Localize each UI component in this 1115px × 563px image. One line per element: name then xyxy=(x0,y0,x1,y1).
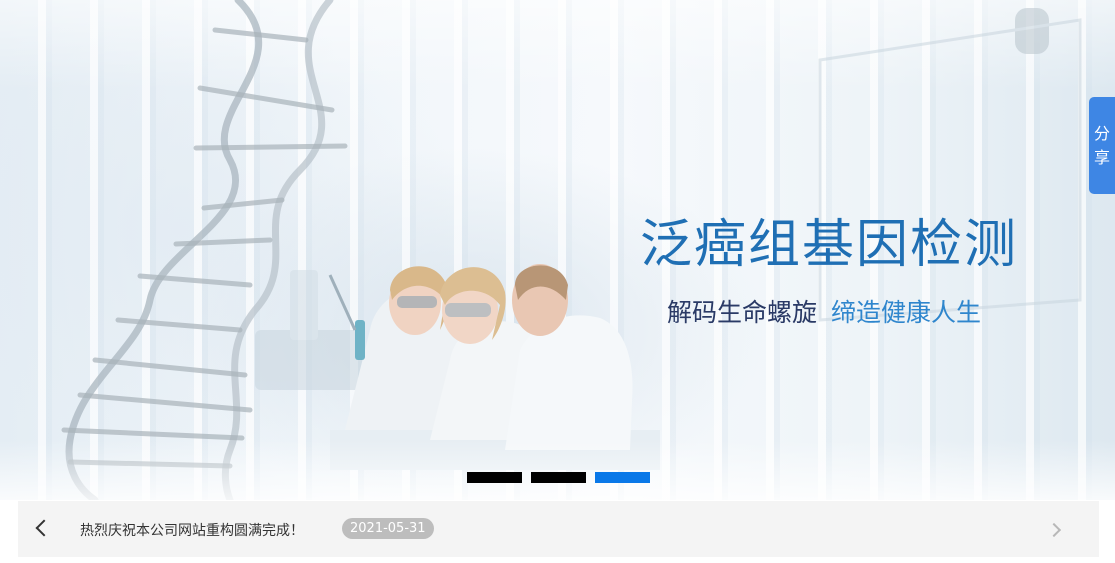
scientists-image xyxy=(328,264,660,470)
slide-indicator-2[interactable] xyxy=(531,472,586,483)
share-label-1: 分 xyxy=(1093,123,1110,143)
share-button[interactable]: 分 享 xyxy=(1089,97,1115,194)
share-label-2: 享 xyxy=(1093,147,1110,167)
chevron-left-icon[interactable] xyxy=(35,519,53,537)
dna-helix-image xyxy=(61,0,348,500)
news-title-link[interactable]: 热烈庆祝本公司网站重构圆满完成！ xyxy=(80,520,304,540)
banner-tagline: 解码生命螺旋 缔造健康人生 xyxy=(667,293,981,329)
tagline-part-2: 缔造健康人生 xyxy=(831,298,982,327)
chevron-right-icon[interactable] xyxy=(1046,522,1062,538)
slide-indicators xyxy=(467,472,650,483)
slide-indicator-1[interactable] xyxy=(467,472,522,483)
news-ticker: 热烈庆祝本公司网站重构圆满完成！ 2021-05-31 xyxy=(18,501,1099,557)
news-date-badge: 2021-05-31 xyxy=(342,518,434,539)
tagline-part-1: 解码生命螺旋 xyxy=(667,298,818,327)
banner-headline: 泛癌组基因检测 xyxy=(640,215,1019,275)
slide-indicator-3[interactable] xyxy=(595,472,650,483)
hero-banner: 泛癌组基因检测 解码生命螺旋 缔造健康人生 xyxy=(0,0,1115,500)
